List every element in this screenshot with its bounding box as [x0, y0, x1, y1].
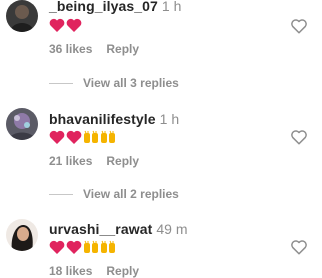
username-link[interactable]: bhavanilifestyle	[49, 111, 156, 127]
avatar[interactable]	[6, 108, 38, 140]
comment-meta: 21 likes Reply	[49, 154, 139, 168]
red-heart-emoji	[66, 18, 82, 32]
reply-button[interactable]: Reply	[106, 264, 139, 278]
avatar[interactable]	[6, 0, 38, 32]
comment-text: ❤❤🙌🙌	[49, 238, 116, 256]
red-heart-emoji	[49, 18, 65, 32]
raising-hands-emoji	[84, 240, 98, 253]
heart-outline-icon[interactable]	[290, 128, 308, 146]
reply-button[interactable]: Reply	[106, 42, 139, 56]
comment-header: bhavanilifestyle 1 h	[49, 111, 179, 127]
view-replies-button[interactable]: View all 3 replies	[49, 75, 179, 91]
view-replies-label: View all 3 replies	[83, 76, 179, 90]
divider-line	[49, 193, 73, 195]
comment-header: urvashi__rawat 49 m	[49, 221, 187, 237]
red-heart-emoji	[49, 130, 65, 144]
comment-text: ❤❤	[49, 16, 82, 34]
username-link[interactable]: _being_ilyas_07	[49, 0, 158, 14]
comment-meta: 18 likes Reply	[49, 264, 139, 278]
red-heart-emoji	[49, 240, 65, 254]
reply-button[interactable]: Reply	[106, 154, 139, 168]
divider-line	[49, 82, 73, 84]
timestamp: 1 h	[161, 0, 182, 14]
red-heart-emoji	[66, 130, 82, 144]
raising-hands-emoji	[101, 130, 115, 143]
likes-count[interactable]: 36 likes	[49, 42, 92, 56]
raising-hands-emoji	[101, 240, 115, 253]
heart-outline-icon[interactable]	[290, 17, 308, 35]
red-heart-emoji	[66, 240, 82, 254]
avatar[interactable]	[6, 219, 38, 251]
likes-count[interactable]: 18 likes	[49, 264, 92, 278]
view-replies-button[interactable]: View all 2 replies	[49, 186, 179, 202]
timestamp: 1 h	[159, 111, 180, 127]
comment-meta: 36 likes Reply	[49, 42, 139, 56]
timestamp: 49 m	[156, 221, 188, 237]
heart-outline-icon[interactable]	[290, 238, 308, 256]
comment-header: _being_ilyas_07 1 h	[49, 0, 181, 14]
likes-count[interactable]: 21 likes	[49, 154, 92, 168]
comment-text: ❤❤🙌🙌	[49, 128, 116, 146]
raising-hands-emoji	[84, 130, 98, 143]
username-link[interactable]: urvashi__rawat	[49, 221, 152, 237]
view-replies-label: View all 2 replies	[83, 187, 179, 201]
